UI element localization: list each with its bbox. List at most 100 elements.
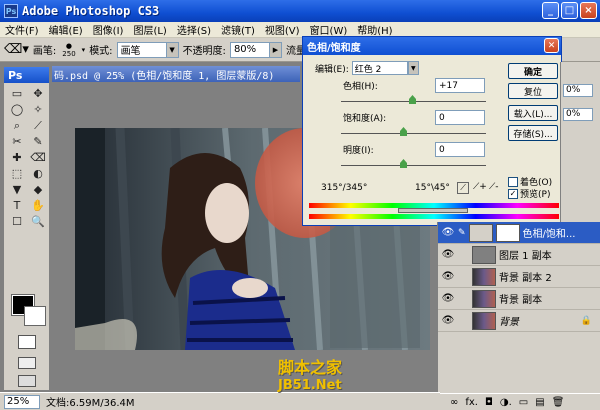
save-button[interactable]: 存储(S)... bbox=[508, 125, 558, 141]
layer-row[interactable]: 👁 ✎ 色相/饱和... bbox=[438, 222, 600, 244]
close-button[interactable]: × bbox=[580, 2, 597, 19]
brush-dropdown-icon[interactable]: ▾ bbox=[82, 46, 86, 54]
eraser-tool-icon[interactable]: ⌫ bbox=[28, 150, 48, 165]
screen-mode-icon[interactable] bbox=[18, 357, 36, 369]
new-layer-icon[interactable]: ▤ bbox=[535, 397, 544, 408]
notes-tool-icon[interactable]: ☐ bbox=[7, 214, 27, 229]
layer-name: 背景 副本 bbox=[499, 295, 543, 306]
layer-style-icon[interactable]: fx. bbox=[465, 397, 478, 408]
menu-help[interactable]: 帮助(H) bbox=[352, 22, 397, 37]
menu-file[interactable]: 文件(F) bbox=[0, 22, 44, 37]
hand-tool-icon[interactable]: ✋ bbox=[28, 198, 48, 213]
layer-thumb bbox=[472, 289, 496, 308]
lightness-slider-track[interactable] bbox=[341, 165, 486, 166]
healing-tool-icon[interactable]: ✂ bbox=[7, 134, 27, 149]
dialog-close-button[interactable]: ✕ bbox=[544, 38, 559, 53]
lightness-slider-thumb[interactable] bbox=[400, 159, 407, 168]
lightness-input[interactable]: 0 bbox=[435, 142, 485, 157]
eyedropper-minus-icon[interactable]: ⟋- bbox=[489, 182, 499, 192]
load-button[interactable]: 载入(L)... bbox=[508, 105, 558, 121]
layer-mask-thumb bbox=[495, 223, 520, 242]
marquee-tool-icon[interactable]: ▭ bbox=[7, 86, 27, 101]
type-tool-icon[interactable]: T bbox=[7, 198, 27, 213]
layer-row[interactable]: 👁 背景 🔒 bbox=[438, 310, 600, 332]
mode-select[interactable]: 画笔 ▼ bbox=[116, 41, 179, 58]
move-tool-icon[interactable]: ✥ bbox=[28, 86, 48, 101]
minimize-button[interactable]: _ bbox=[542, 2, 559, 19]
brush-icon: ✎ bbox=[458, 227, 466, 238]
eyedropper-plus-icon[interactable]: ⟋+ bbox=[473, 182, 487, 192]
hue-slider-thumb[interactable] bbox=[409, 95, 416, 104]
add-mask-icon[interactable]: ◘ bbox=[485, 397, 493, 408]
toolbox: Ps ▭ ✥ ◯ ✧ ⌕ ⟋ ✂ ✎ ✚ ⌫ ⬚ ◐ ▼ ◆ T ✋ ☐ 🔍 bbox=[3, 66, 50, 391]
reset-button[interactable]: 复位 bbox=[508, 83, 558, 99]
stamp-tool-icon[interactable]: ✚ bbox=[7, 150, 27, 165]
brush-size: 250 bbox=[62, 49, 76, 58]
brush-tool-icon[interactable]: ✎ bbox=[28, 134, 48, 149]
color-range-marker[interactable] bbox=[398, 208, 468, 213]
document-title[interactable]: 码.psd @ 25% (色相/饱和度 1, 图层蒙版/8) bbox=[52, 66, 300, 82]
saturation-slider-track[interactable] bbox=[341, 133, 486, 134]
eye-icon[interactable]: 👁 bbox=[441, 226, 455, 240]
layer-thumb bbox=[472, 311, 496, 330]
menu-edit[interactable]: 编辑(E) bbox=[44, 22, 88, 37]
hue-input[interactable]: +17 bbox=[435, 78, 485, 93]
color-swatches[interactable] bbox=[11, 294, 48, 327]
photoshop-icon: Ps bbox=[4, 4, 18, 18]
lasso-tool-icon[interactable]: ◯ bbox=[7, 102, 27, 117]
edit-channel-select[interactable]: 红色 2 ▼ bbox=[351, 61, 419, 75]
maximize-button[interactable]: □ bbox=[561, 2, 578, 19]
zoom-field[interactable]: 25% bbox=[4, 394, 40, 409]
ok-button[interactable]: 确定 bbox=[508, 63, 558, 79]
eye-icon[interactable]: 👁 bbox=[441, 248, 455, 262]
brush-preset-picker[interactable]: ● 250 bbox=[62, 42, 75, 58]
path-select-tool-icon[interactable]: ◆ bbox=[28, 182, 48, 197]
new-group-icon[interactable]: ▭ bbox=[519, 397, 528, 408]
crop-tool-icon[interactable]: ⌕ bbox=[7, 118, 27, 133]
chevron-right-icon: ▶ bbox=[269, 41, 282, 58]
eye-icon[interactable]: 👁 bbox=[441, 292, 455, 306]
eye-icon[interactable]: 👁 bbox=[441, 314, 455, 328]
slice-tool-icon[interactable]: ⟋ bbox=[28, 118, 48, 133]
mode-label: 模式: bbox=[89, 46, 113, 57]
layer-name: 背景 bbox=[499, 317, 519, 328]
pen-tool-icon[interactable]: ▼ bbox=[7, 182, 27, 197]
eye-icon[interactable]: 👁 bbox=[441, 270, 455, 284]
preview-checkbox[interactable]: ✓ 预览(P) bbox=[508, 187, 550, 200]
result-color-bar bbox=[309, 214, 559, 219]
saturation-input[interactable]: 0 bbox=[435, 110, 485, 125]
dodge-tool-icon[interactable]: ◐ bbox=[28, 166, 48, 181]
layer-row[interactable]: 👁 图层 1 副本 bbox=[438, 244, 600, 266]
eraser-tool-icon[interactable]: ⌫▾ bbox=[4, 42, 29, 57]
checkbox-checked: ✓ bbox=[508, 188, 518, 199]
menu-window[interactable]: 窗口(W) bbox=[305, 22, 353, 37]
menu-image[interactable]: 图像(I) bbox=[88, 22, 129, 37]
eyedropper-icon[interactable]: ⟋ bbox=[457, 182, 469, 194]
layer-row[interactable]: 👁 背景 副本 2 bbox=[438, 266, 600, 288]
adjustment-layer-icon bbox=[468, 223, 493, 242]
watermark-line2: JB51.Net bbox=[278, 378, 342, 393]
new-adjustment-icon[interactable]: ◑. bbox=[500, 397, 512, 408]
layer-name: 图层 1 副本 bbox=[499, 251, 552, 262]
panel-value-1: 0% bbox=[563, 84, 593, 97]
document-info[interactable]: 文档:6.59M/36.4M bbox=[46, 394, 135, 409]
watermark-line1: 脚本之家 bbox=[278, 358, 343, 377]
zoom-tool-icon[interactable]: 🔍 bbox=[28, 214, 48, 229]
delete-layer-icon[interactable]: 🗑 bbox=[552, 397, 565, 408]
imageready-icon[interactable] bbox=[18, 375, 36, 387]
preview-label: 预览(P) bbox=[520, 190, 551, 200]
quick-mask-icon[interactable] bbox=[18, 335, 36, 349]
toolbox-logo: Ps bbox=[4, 67, 49, 83]
background-color[interactable] bbox=[24, 306, 46, 326]
gradient-tool-icon[interactable]: ⬚ bbox=[7, 166, 27, 181]
menu-view[interactable]: 视图(V) bbox=[260, 22, 305, 37]
layer-row[interactable]: 👁 背景 副本 bbox=[438, 288, 600, 310]
opacity-field[interactable]: 80% ▶ bbox=[229, 41, 282, 58]
menu-layer[interactable]: 图层(L) bbox=[128, 22, 171, 37]
menu-select[interactable]: 选择(S) bbox=[172, 22, 216, 37]
menu-filter[interactable]: 滤镜(T) bbox=[216, 22, 260, 37]
layer-name: 背景 副本 2 bbox=[499, 273, 552, 284]
saturation-slider-thumb[interactable] bbox=[400, 127, 407, 136]
magic-wand-tool-icon[interactable]: ✧ bbox=[28, 102, 48, 117]
link-layers-icon[interactable]: ∞ bbox=[450, 397, 458, 408]
